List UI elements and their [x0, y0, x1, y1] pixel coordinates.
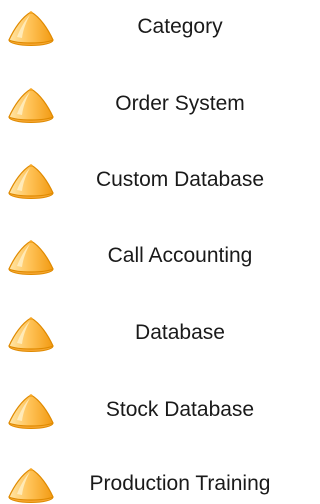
orange-cone-icon [4, 84, 58, 124]
menu-item-label: Call Accounting [107, 244, 253, 267]
menu-item-label: Order System [115, 92, 245, 115]
orange-cone-icon [4, 7, 58, 47]
menu-item-production-training[interactable]: Production Training [0, 464, 302, 504]
menu-item-label: Production Training [89, 472, 271, 495]
orange-cone-icon [4, 390, 58, 430]
orange-cone-icon [4, 313, 58, 353]
menu-item-category[interactable]: Category [0, 7, 302, 47]
menu-item-database[interactable]: Database [0, 313, 302, 353]
menu-item-call-accounting[interactable]: Call Accounting [0, 236, 302, 276]
orange-cone-icon [4, 464, 58, 504]
menu-item-label: Database [135, 321, 225, 344]
orange-cone-icon [4, 236, 58, 276]
menu-item-stock-database[interactable]: Stock Database [0, 390, 302, 430]
orange-cone-icon [4, 160, 58, 200]
menu-list: Category Order System Custom Database Ca… [0, 0, 302, 504]
menu-item-label: Stock Database [105, 398, 255, 421]
menu-item-label: Category [137, 15, 223, 38]
menu-item-custom-database[interactable]: Custom Database [0, 160, 302, 200]
menu-item-order-system[interactable]: Order System [0, 84, 302, 124]
menu-item-label: Custom Database [95, 168, 265, 191]
